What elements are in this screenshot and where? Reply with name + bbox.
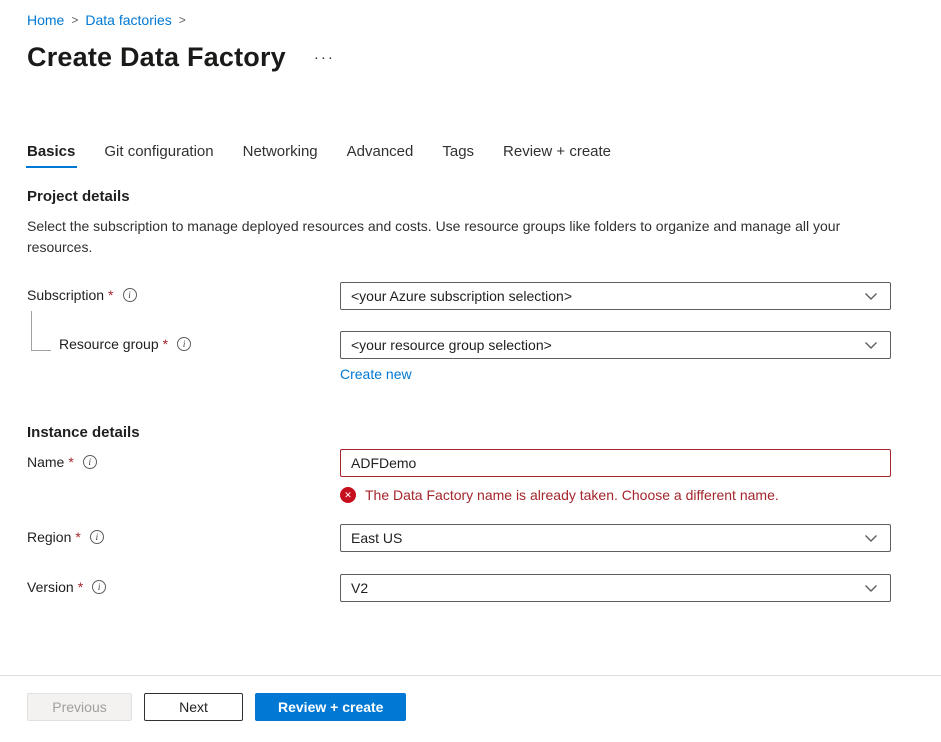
project-details-description: Select the subscription to manage deploy… (27, 216, 862, 258)
resource-group-dropdown[interactable]: <your resource group selection> (340, 331, 891, 359)
section-heading-project-details: Project details (27, 188, 914, 205)
name-error-message: The Data Factory name is already taken. … (365, 487, 779, 503)
chevron-down-icon (864, 583, 878, 593)
required-marker: * (108, 287, 113, 303)
subscription-label-text: Subscription (27, 287, 104, 303)
page-title: Create Data Factory (27, 42, 286, 73)
region-label-text: Region (27, 529, 71, 545)
region-control: East US (340, 524, 891, 552)
breadcrumb-data-factories-link[interactable]: Data factories (85, 12, 171, 28)
version-control: V2 (340, 574, 891, 602)
more-options-icon[interactable]: ··· (310, 47, 339, 68)
name-field-row: Name * i ✕ The Data Factory name is alre… (27, 449, 914, 503)
region-field-row: Region * i East US (27, 524, 914, 552)
section-heading-instance-details: Instance details (27, 424, 914, 441)
tab-basics[interactable]: Basics (27, 143, 75, 168)
subscription-label: Subscription * i (27, 282, 340, 303)
region-label: Region * i (27, 524, 340, 545)
breadcrumb: Home > Data factories > (27, 12, 914, 28)
title-row: Create Data Factory ··· (27, 42, 914, 73)
breadcrumb-home-link[interactable]: Home (27, 12, 64, 28)
info-icon[interactable]: i (177, 337, 191, 351)
hierarchy-connector-line (31, 311, 51, 351)
resource-group-label-text: Resource group (59, 336, 159, 352)
create-new-resource-group-link[interactable]: Create new (340, 366, 412, 382)
info-icon[interactable]: i (90, 530, 104, 544)
tab-tags[interactable]: Tags (442, 143, 474, 168)
version-label: Version * i (27, 574, 340, 595)
resource-group-control: <your resource group selection> Create n… (340, 331, 891, 384)
required-marker: * (78, 579, 83, 595)
chevron-down-icon (864, 533, 878, 543)
name-control: ✕ The Data Factory name is already taken… (340, 449, 891, 503)
subscription-selected-value: <your Azure subscription selection> (351, 288, 572, 304)
required-marker: * (163, 336, 168, 352)
subscription-control: <your Azure subscription selection> (340, 282, 891, 310)
previous-button[interactable]: Previous (27, 693, 132, 721)
subscription-field-row: Subscription * i <your Azure subscriptio… (27, 282, 914, 310)
version-label-text: Version (27, 579, 74, 595)
breadcrumb-separator: > (71, 13, 78, 27)
resource-group-label: Resource group * i (27, 331, 340, 352)
tab-git-configuration[interactable]: Git configuration (104, 143, 213, 168)
review-create-button[interactable]: Review + create (255, 693, 406, 721)
tab-networking[interactable]: Networking (243, 143, 318, 168)
required-marker: * (75, 529, 80, 545)
tab-advanced[interactable]: Advanced (347, 143, 414, 168)
next-button[interactable]: Next (144, 693, 243, 721)
create-data-factory-page: Home > Data factories > Create Data Fact… (0, 0, 941, 742)
version-dropdown[interactable]: V2 (340, 574, 891, 602)
info-icon[interactable]: i (123, 288, 137, 302)
error-icon: ✕ (340, 487, 356, 503)
region-dropdown[interactable]: East US (340, 524, 891, 552)
info-icon[interactable]: i (83, 455, 97, 469)
subscription-dropdown[interactable]: <your Azure subscription selection> (340, 282, 891, 310)
name-label: Name * i (27, 449, 340, 470)
info-icon[interactable]: i (92, 580, 106, 594)
instance-details-form: Name * i ✕ The Data Factory name is alre… (27, 449, 914, 602)
resource-group-field-row: Resource group * i <your resource group … (27, 331, 914, 384)
name-input[interactable] (340, 449, 891, 477)
project-details-form: Subscription * i <your Azure subscriptio… (27, 282, 914, 384)
required-marker: * (68, 454, 73, 470)
name-label-text: Name (27, 454, 64, 470)
chevron-down-icon (864, 340, 878, 350)
footer-divider (0, 675, 941, 676)
tab-bar: Basics Git configuration Networking Adva… (27, 143, 914, 168)
region-selected-value: East US (351, 530, 402, 546)
name-error: ✕ The Data Factory name is already taken… (340, 487, 891, 503)
tab-review-create[interactable]: Review + create (503, 143, 611, 168)
version-field-row: Version * i V2 (27, 574, 914, 602)
footer-actions: Previous Next Review + create (27, 693, 406, 721)
resource-group-selected-value: <your resource group selection> (351, 337, 552, 353)
chevron-down-icon (864, 291, 878, 301)
breadcrumb-separator: > (179, 13, 186, 27)
version-selected-value: V2 (351, 580, 368, 596)
